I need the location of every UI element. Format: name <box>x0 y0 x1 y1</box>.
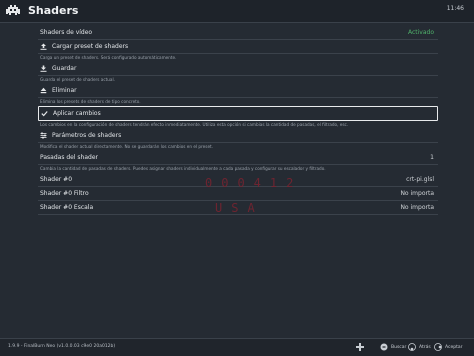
shader0-filter-value: No importa <box>400 190 434 197</box>
select-button-icon <box>380 343 388 351</box>
clock: 11:46 <box>446 5 464 12</box>
search-hint[interactable]: Buscar <box>380 343 406 351</box>
shader-passes-item[interactable]: Pasadas del shader 1 <box>38 151 438 165</box>
background-game-overlay-line1: 000412 <box>205 176 303 190</box>
background-game-overlay-line2: USA <box>215 201 264 215</box>
accept-hint[interactable]: Aceptar <box>434 343 462 351</box>
load-preset-item[interactable]: Cargar preset de shaders <box>38 40 438 54</box>
shader0-filter-label: Shader #0 Filtro <box>40 190 89 197</box>
title-bar: Shaders 11:46 <box>0 0 474 23</box>
apply-changes-item[interactable]: Aplicar cambios <box>38 106 438 121</box>
upload-icon <box>40 43 47 50</box>
shader-parameters-description: Modifica el shader actual directamente. … <box>40 144 213 149</box>
remove-label: Eliminar <box>52 87 77 94</box>
shader-passes-value: 1 <box>430 154 434 161</box>
b-button-icon <box>408 343 416 351</box>
video-shaders-toggle[interactable]: Shaders de vídeo Activado <box>38 26 438 40</box>
settings-sliders-icon <box>40 132 47 139</box>
shader-passes-label: Pasadas del shader <box>40 154 98 161</box>
shader0-scale-value: No importa <box>400 204 434 211</box>
shader-parameters-label: Parámetros de shaders <box>52 132 122 139</box>
footer-bar: 1.9.9 - FinalBurn Neo (v1.0.0.03 c9e0 20… <box>0 338 474 356</box>
shader0-value: crt-pi.glsl <box>406 176 434 183</box>
load-preset-description: Carga un preset de shaders. Será configu… <box>40 55 177 60</box>
shader-passes-description: Cambia la cantidad de pasadas de shaders… <box>40 166 326 171</box>
back-hint-label: Atrás <box>419 344 431 350</box>
accept-hint-label: Aceptar <box>445 344 463 350</box>
remove-item[interactable]: Eliminar <box>38 84 438 98</box>
video-shaders-label: Shaders de vídeo <box>40 29 93 36</box>
apply-changes-description: Los cambios en la configuración de shade… <box>40 122 349 127</box>
save-item[interactable]: Guardar <box>38 62 438 76</box>
core-version: 1.9.9 - FinalBurn Neo (v1.0.0.03 c9e0 20… <box>8 344 116 349</box>
a-button-icon <box>434 343 442 351</box>
retroarch-logo-icon <box>6 5 20 15</box>
shader0-label: Shader #0 <box>40 176 73 183</box>
back-hint[interactable]: Atrás <box>408 343 431 351</box>
video-shaders-value: Activado <box>407 29 434 36</box>
apply-changes-label: Aplicar cambios <box>53 110 101 117</box>
page-title: Shaders <box>28 4 79 17</box>
eject-icon <box>40 87 47 94</box>
shader-parameters-item[interactable]: Parámetros de shaders <box>38 129 438 143</box>
download-icon <box>40 65 47 72</box>
save-description: Guarda el preset de shaders actual. <box>40 77 115 82</box>
dpad-hint <box>356 343 367 351</box>
shader0-scale-label: Shader #0 Escala <box>40 204 94 211</box>
save-label: Guardar <box>52 65 77 72</box>
load-preset-label: Cargar preset de shaders <box>52 43 129 50</box>
checkmark-icon <box>41 111 48 117</box>
remove-description: Elimina los presets de shaders de tipo c… <box>40 99 141 104</box>
dpad-icon <box>356 343 364 351</box>
search-hint-label: Buscar <box>391 344 407 350</box>
